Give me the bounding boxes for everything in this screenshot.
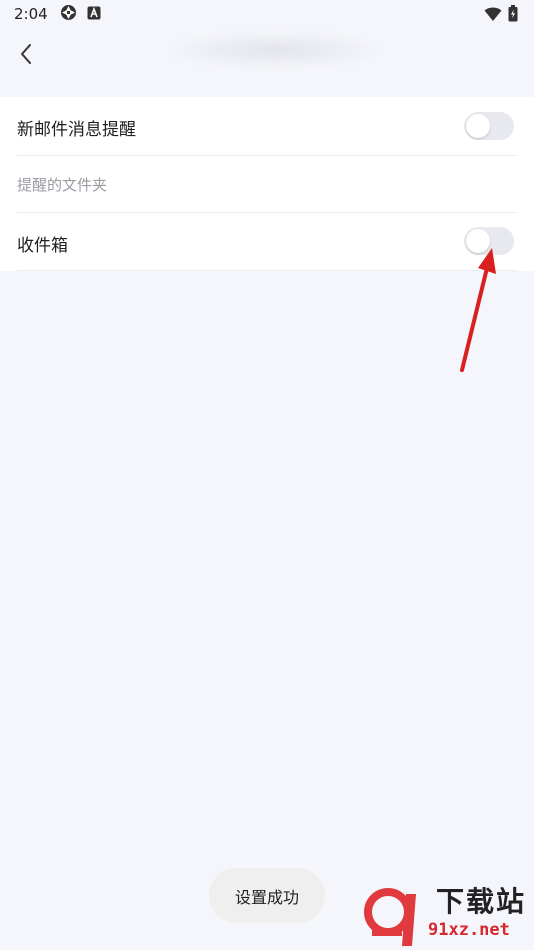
folder-section-header: 提醒的文件夹 <box>0 156 534 212</box>
aperture-icon <box>60 4 77 25</box>
blurred-title <box>172 32 378 68</box>
back-button[interactable] <box>10 38 42 70</box>
status-bar: 2:04 <box>0 0 534 28</box>
watermark-logo-icon <box>364 888 416 946</box>
settings-card: 新邮件消息提醒 提醒的文件夹 收件箱 <box>0 97 534 271</box>
annotation-arrow-icon <box>460 248 496 372</box>
watermark: 下载站 91xz.net <box>362 880 532 948</box>
watermark-url: 91xz.net <box>428 920 510 940</box>
top-bar <box>0 28 534 80</box>
toggle-knob <box>466 114 490 138</box>
toast-message: 设置成功 <box>209 868 325 923</box>
new-mail-alert-row[interactable]: 新邮件消息提醒 <box>0 97 534 155</box>
wifi-icon <box>484 6 502 26</box>
status-time: 2:04 <box>14 5 48 23</box>
app-a-icon <box>87 5 101 24</box>
chevron-left-icon <box>21 44 31 64</box>
section-header-label: 提醒的文件夹 <box>17 176 108 194</box>
battery-icon <box>508 5 518 26</box>
new-mail-alert-label: 新邮件消息提醒 <box>17 120 136 140</box>
divider <box>17 270 517 271</box>
status-right-icons <box>484 5 518 26</box>
watermark-title: 下载站 <box>436 885 527 918</box>
new-mail-alert-toggle[interactable] <box>464 112 514 140</box>
inbox-label: 收件箱 <box>17 236 68 256</box>
